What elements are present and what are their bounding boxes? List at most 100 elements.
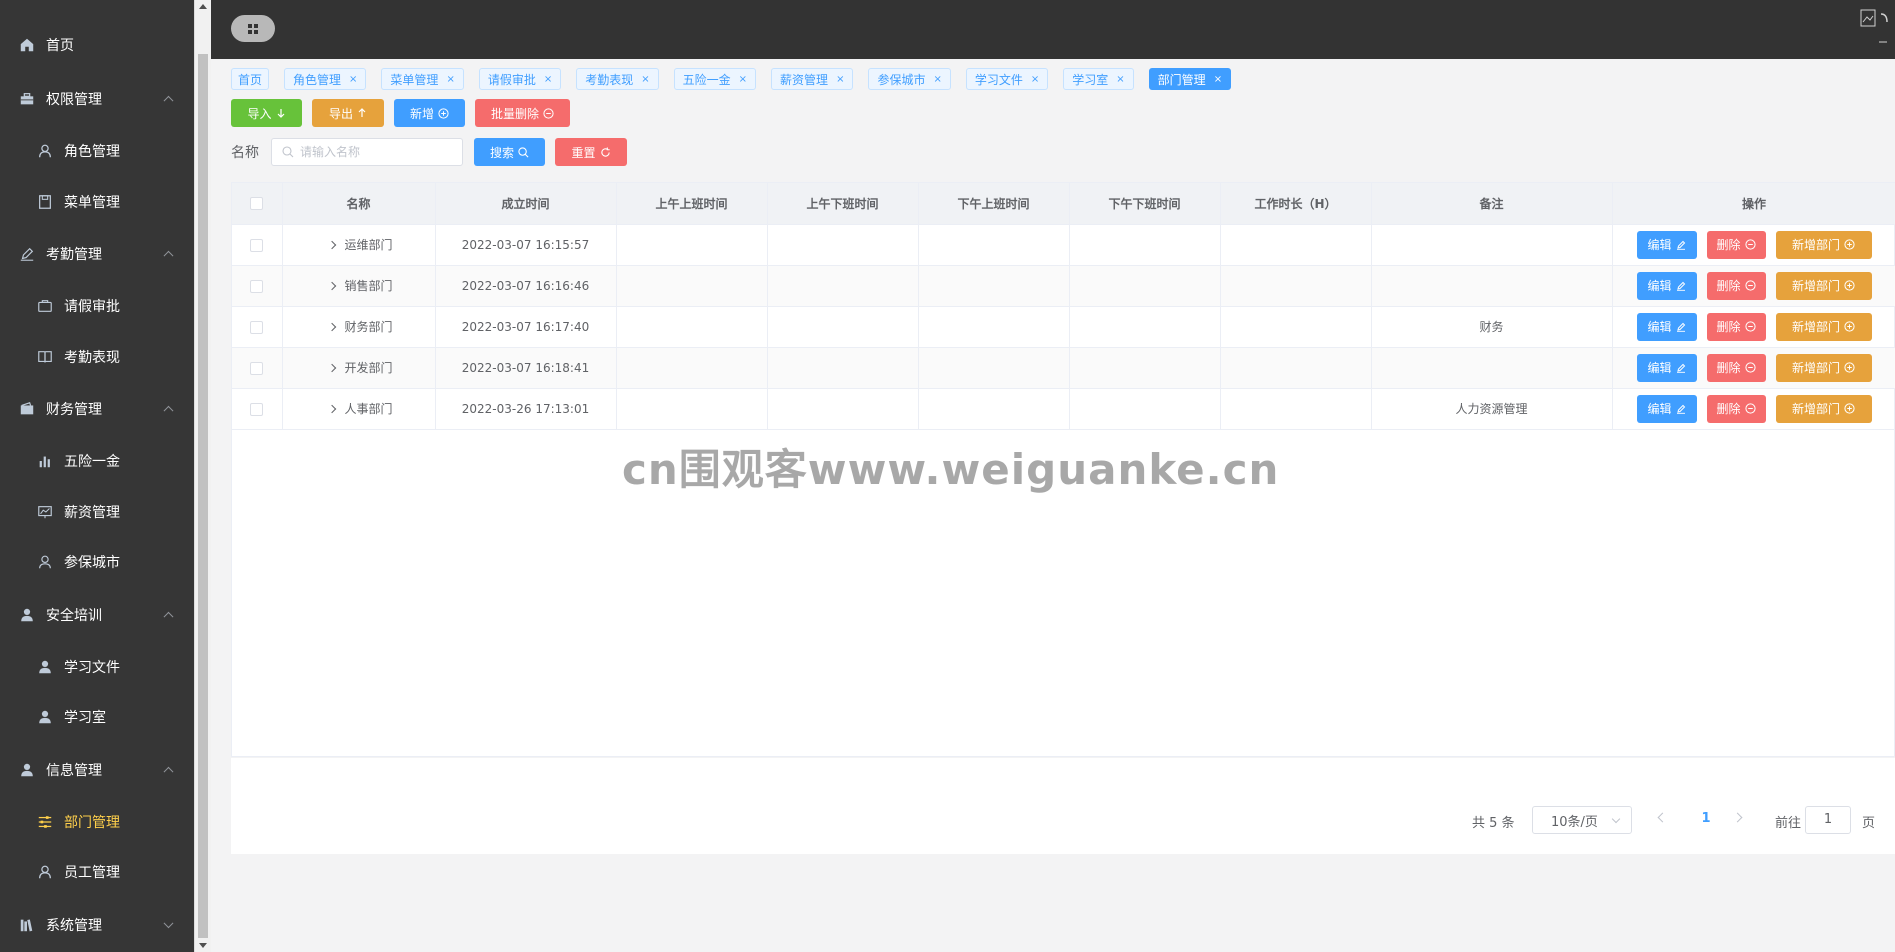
sidebar-item-2[interactable]: 角色管理 — [0, 126, 194, 177]
tag-4[interactable]: 考勤表现 × — [576, 68, 659, 90]
delete-button[interactable]: 删除 — [1706, 353, 1766, 382]
row-checkbox[interactable] — [250, 402, 264, 416]
search-button[interactable]: 搜索 — [474, 138, 545, 166]
close-icon[interactable]: × — [349, 74, 357, 85]
reading-icon — [36, 348, 54, 366]
close-icon[interactable]: × — [446, 74, 454, 85]
tag-3[interactable]: 请假审批 × — [478, 68, 562, 90]
tag-8[interactable]: 学习文件 × — [965, 68, 1049, 90]
close-icon[interactable]: × — [933, 74, 941, 85]
sidebar-item-9[interactable]: 薪资管理 — [0, 487, 194, 538]
sidebar-item-0[interactable]: 首页 — [0, 18, 194, 72]
expand-chevron-icon[interactable] — [327, 404, 336, 413]
top-header — [211, 0, 1895, 59]
next-page-button[interactable] — [1732, 812, 1743, 823]
table-row[interactable]: 运维部门 2022-03-07 16:15:57 编辑 删除 新增部门 — [232, 224, 1895, 266]
pm-in-cell — [918, 388, 1070, 430]
edit-button[interactable]: 编辑 — [1636, 271, 1697, 300]
select-all-checkbox[interactable] — [250, 197, 264, 211]
add-department-button[interactable]: 新增部门 — [1775, 271, 1872, 300]
edit-button[interactable]: 编辑 — [1636, 230, 1697, 259]
table-row[interactable]: 销售部门 2022-03-07 16:16:46 编辑 删除 新增部门 — [232, 265, 1895, 307]
import-button[interactable]: 导入 — [231, 99, 302, 127]
row-checkbox[interactable] — [250, 238, 264, 252]
sidebar-scrollbar[interactable] — [194, 0, 211, 952]
sidebar-item-13[interactable]: 学习室 — [0, 692, 194, 743]
sidebar-item-17[interactable]: 系统管理 — [0, 898, 194, 952]
close-icon[interactable]: × — [641, 74, 649, 85]
close-icon[interactable]: × — [836, 74, 844, 85]
expand-chevron-icon[interactable] — [327, 281, 336, 290]
row-checkbox[interactable] — [250, 320, 264, 334]
prev-page-button[interactable] — [1657, 812, 1668, 823]
expand-chevron-icon[interactable] — [327, 363, 336, 372]
table-row[interactable]: 人事部门 2022-03-26 17:13:01 人力资源管理 编辑 删除 新增部门 — [232, 388, 1895, 430]
scrollbar-thumb[interactable] — [198, 54, 208, 938]
circle-plus-icon — [1844, 362, 1855, 373]
search-input[interactable] — [300, 145, 450, 159]
tag-9[interactable]: 学习室 × — [1063, 68, 1134, 90]
sidebar-item-15[interactable]: 部门管理 — [0, 797, 194, 848]
home-icon — [18, 36, 36, 54]
add-department-button[interactable]: 新增部门 — [1775, 230, 1872, 259]
expand-chevron-icon[interactable] — [327, 322, 336, 331]
reset-button[interactable]: 重置 — [555, 138, 627, 166]
delete-button[interactable]: 删除 — [1706, 230, 1766, 259]
tag-2[interactable]: 菜单管理 × — [381, 68, 464, 90]
close-icon[interactable]: × — [1031, 74, 1039, 85]
edit-button[interactable]: 编辑 — [1636, 353, 1697, 382]
add-department-button[interactable]: 新增部门 — [1775, 312, 1872, 341]
add-department-button[interactable]: 新增部门 — [1775, 353, 1872, 382]
sidebar-item-10[interactable]: 参保城市 — [0, 537, 194, 588]
delete-label: 删除 — [1716, 361, 1741, 375]
scroll-down-arrow-icon[interactable] — [199, 943, 207, 948]
pm-in-cell — [918, 347, 1070, 389]
table-row[interactable]: 财务部门 2022-03-07 16:17:40 财务 编辑 删除 新增部门 — [232, 306, 1895, 348]
sidebar-item-11[interactable]: 安全培训 — [0, 588, 194, 642]
avatar[interactable] — [1859, 8, 1889, 46]
actions-cell: 编辑 删除 新增部门 — [1612, 388, 1895, 430]
collapse-toggle-button[interactable] — [231, 15, 275, 42]
delete-button[interactable]: 删除 — [1706, 394, 1766, 423]
scroll-up-arrow-icon[interactable] — [199, 4, 207, 9]
export-button[interactable]: 导出 — [312, 99, 384, 127]
expand-chevron-icon[interactable] — [327, 240, 336, 249]
sidebar-item-12[interactable]: 学习文件 — [0, 642, 194, 693]
close-icon[interactable]: × — [544, 74, 552, 85]
delete-button[interactable]: 删除 — [1706, 271, 1766, 300]
tag-5[interactable]: 五险一金 × — [673, 68, 757, 90]
am-in-cell — [616, 265, 768, 307]
edit-button[interactable]: 编辑 — [1636, 394, 1697, 423]
close-icon[interactable]: × — [1116, 74, 1124, 85]
sidebar-item-8[interactable]: 五险一金 — [0, 436, 194, 487]
sidebar-item-label: 员工管理 — [64, 865, 120, 882]
sidebar-item-3[interactable]: 菜单管理 — [0, 177, 194, 228]
page-number-current[interactable]: 1 — [1691, 811, 1721, 826]
search-input-wrapper[interactable] — [271, 138, 463, 166]
row-checkbox[interactable] — [250, 279, 264, 293]
delete-button[interactable]: 删除 — [1706, 312, 1766, 341]
tag-label: 参保城市 — [877, 72, 926, 87]
close-icon[interactable]: × — [739, 74, 747, 85]
edit-button[interactable]: 编辑 — [1636, 312, 1697, 341]
row-checkbox[interactable] — [250, 361, 264, 375]
tag-7[interactable]: 参保城市 × — [868, 68, 951, 90]
sidebar-item-7[interactable]: 财务管理 — [0, 382, 194, 436]
sidebar-item-16[interactable]: 员工管理 — [0, 847, 194, 898]
tag-1[interactable]: 角色管理 × — [284, 68, 367, 90]
goto-page-input[interactable]: 1 — [1805, 806, 1851, 834]
sidebar-item-1[interactable]: 权限管理 — [0, 72, 194, 126]
page-size-select[interactable]: 10条/页 — [1532, 806, 1632, 834]
add-button[interactable]: 新增 — [394, 99, 465, 127]
batch-delete-button[interactable]: 批量删除 — [475, 99, 570, 127]
add-department-button[interactable]: 新增部门 — [1775, 394, 1872, 423]
close-icon[interactable]: × — [1214, 74, 1222, 85]
sidebar-item-5[interactable]: 请假审批 — [0, 281, 194, 332]
sidebar-item-14[interactable]: 信息管理 — [0, 743, 194, 797]
tag-0[interactable]: 首页 — [231, 68, 270, 90]
sidebar-item-6[interactable]: 考勤表现 — [0, 332, 194, 383]
sidebar-item-4[interactable]: 考勤管理 — [0, 227, 194, 281]
table-row[interactable]: 开发部门 2022-03-07 16:18:41 编辑 删除 新增部门 — [232, 347, 1895, 389]
tag-10[interactable]: 部门管理 × — [1148, 68, 1232, 90]
tag-6[interactable]: 薪资管理 × — [771, 68, 854, 90]
